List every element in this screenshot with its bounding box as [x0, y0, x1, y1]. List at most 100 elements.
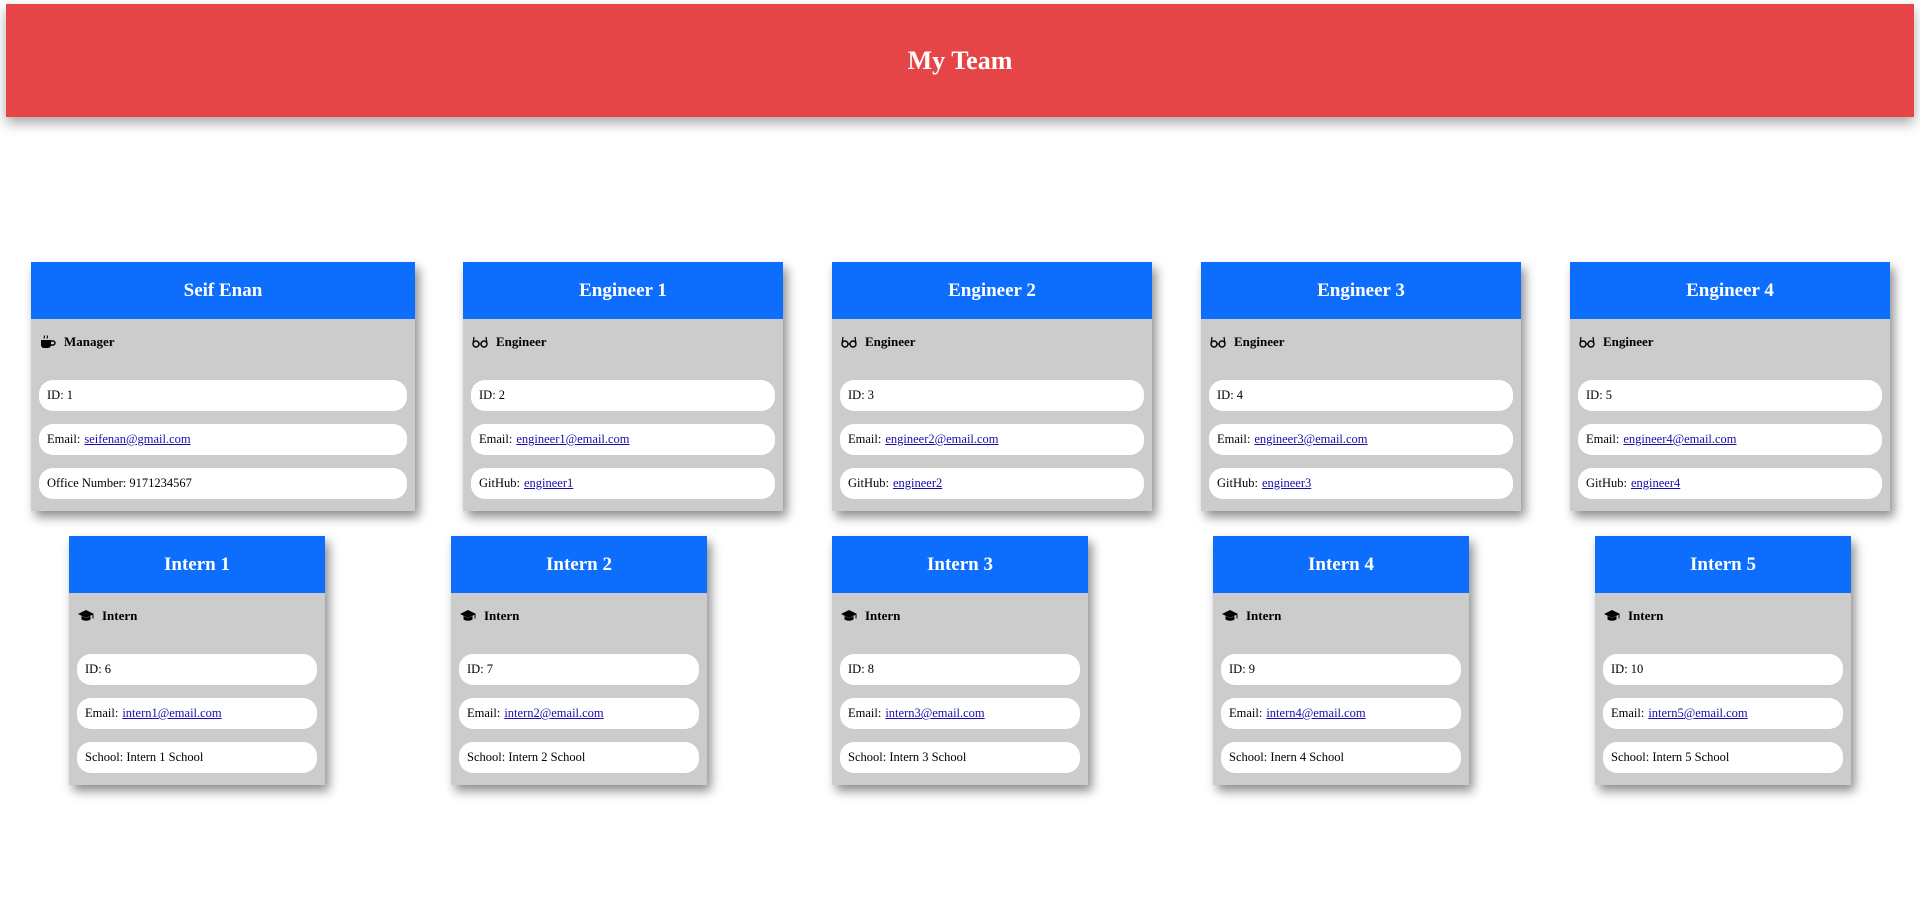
employee-email: Email: engineer2@email.com [840, 424, 1144, 455]
employee-school: School: Intern 2 School [459, 742, 699, 773]
role-label: Intern [484, 608, 520, 623]
employee-role: Intern [451, 593, 707, 639]
email-link[interactable]: seifenan@gmail.com [84, 432, 190, 447]
role-label: Engineer [1603, 334, 1654, 349]
engineer-card: Engineer 2 Engineer ID: 3 Email: engineer… [832, 262, 1152, 511]
email-link[interactable]: engineer3@email.com [1254, 432, 1367, 447]
employee-id: ID: 7 [459, 654, 699, 685]
employee-email: Email: intern2@email.com [459, 698, 699, 729]
role-label: Manager [64, 334, 115, 349]
role-label: Engineer [1234, 334, 1285, 349]
employee-school: School: Intern 5 School [1603, 742, 1843, 773]
intern-card: Intern 2 Intern ID: 7 Email: intern2@emai… [451, 536, 707, 785]
employee-name: Engineer 1 [579, 279, 667, 301]
office-number: Office Number: 9171234567 [39, 468, 407, 499]
manager-card: Seif Enan Manager ID: 1 Email: seifenan@g… [31, 262, 415, 511]
card-details: ID: 5 Email: engineer4@email.com GitHub: e… [1570, 365, 1890, 511]
glasses-icon [1210, 336, 1226, 348]
employee-email: Email: engineer1@email.com [471, 424, 775, 455]
employee-id: ID: 5 [1578, 380, 1882, 411]
employee-email: Email: seifenan@gmail.com [39, 424, 407, 455]
employee-id: ID: 4 [1209, 380, 1513, 411]
coffee-icon [41, 335, 56, 348]
engineer-card: Engineer 1 Engineer ID: 2 Email: engineer… [463, 262, 783, 511]
role-label: Engineer [865, 334, 916, 349]
employee-id: ID: 8 [840, 654, 1080, 685]
employee-email: Email: intern4@email.com [1221, 698, 1461, 729]
card-header: Engineer 4 [1570, 262, 1890, 319]
glasses-icon [472, 336, 488, 348]
employee-name: Intern 2 [546, 553, 612, 575]
employee-email: Email: intern5@email.com [1603, 698, 1843, 729]
email-link[interactable]: intern1@email.com [122, 706, 221, 721]
github-link[interactable]: engineer3 [1262, 476, 1311, 491]
intern-card: Intern 5 Intern ID: 10 Email: intern5@ema… [1595, 536, 1851, 785]
employee-role: Engineer [832, 319, 1152, 365]
intern-card: Intern 1 Intern ID: 6 Email: intern1@emai… [69, 536, 325, 785]
employee-name: Seif Enan [183, 279, 263, 301]
card-header: Intern 2 [451, 536, 707, 593]
card-header: Intern 1 [69, 536, 325, 593]
employee-id: ID: 10 [1603, 654, 1843, 685]
glasses-icon [1579, 336, 1595, 348]
employee-name: Engineer 3 [1317, 279, 1405, 301]
card-header: Intern 3 [832, 536, 1088, 593]
employee-school: School: Intern 3 School [840, 742, 1080, 773]
github-link[interactable]: engineer2 [893, 476, 942, 491]
email-link[interactable]: engineer4@email.com [1623, 432, 1736, 447]
page-header: My Team [6, 4, 1914, 117]
page-title: My Team [907, 45, 1013, 75]
employee-name: Intern 4 [1308, 553, 1374, 575]
employee-id: ID: 1 [39, 380, 407, 411]
card-details: ID: 1 Email: seifenan@gmail.com Office Nu… [31, 365, 415, 511]
email-link[interactable]: intern2@email.com [504, 706, 603, 721]
employee-name: Engineer 2 [948, 279, 1036, 301]
employee-role: Engineer [1201, 319, 1521, 365]
intern-card: Intern 4 Intern ID: 9 Email: intern4@emai… [1213, 536, 1469, 785]
card-header: Seif Enan [31, 262, 415, 319]
glasses-icon [841, 336, 857, 348]
employee-role: Manager [31, 319, 415, 365]
role-label: Intern [1246, 608, 1282, 623]
graduation-cap-icon [1604, 610, 1620, 621]
graduation-cap-icon [841, 610, 857, 621]
role-label: Engineer [496, 334, 547, 349]
graduation-cap-icon [1222, 610, 1238, 621]
employee-id: ID: 9 [1221, 654, 1461, 685]
github-link[interactable]: engineer1 [524, 476, 573, 491]
employee-role: Intern [1595, 593, 1851, 639]
email-link[interactable]: intern3@email.com [885, 706, 984, 721]
employee-name: Engineer 4 [1686, 279, 1774, 301]
card-details: ID: 6 Email: intern1@email.com School: In… [69, 639, 325, 785]
employee-school: School: Intern 1 School [77, 742, 317, 773]
employee-name: Intern 1 [164, 553, 230, 575]
employee-name: Intern 3 [927, 553, 993, 575]
github-link[interactable]: engineer4 [1631, 476, 1680, 491]
email-link[interactable]: intern5@email.com [1648, 706, 1747, 721]
card-header: Engineer 1 [463, 262, 783, 319]
intern-card: Intern 3 Intern ID: 8 Email: intern3@emai… [832, 536, 1088, 785]
employee-email: Email: intern3@email.com [840, 698, 1080, 729]
employee-email: Email: intern1@email.com [77, 698, 317, 729]
role-label: Intern [865, 608, 901, 623]
role-label: Intern [1628, 608, 1664, 623]
card-header: Intern 4 [1213, 536, 1469, 593]
email-link[interactable]: intern4@email.com [1266, 706, 1365, 721]
employee-id: ID: 2 [471, 380, 775, 411]
employee-id: ID: 6 [77, 654, 317, 685]
employee-github: GitHub: engineer2 [840, 468, 1144, 499]
employee-github: GitHub: engineer4 [1578, 468, 1882, 499]
engineer-card: Engineer 4 Engineer ID: 5 Email: engineer… [1570, 262, 1890, 511]
email-link[interactable]: engineer2@email.com [885, 432, 998, 447]
email-link[interactable]: engineer1@email.com [516, 432, 629, 447]
card-details: ID: 2 Email: engineer1@email.com GitHub: e… [463, 365, 783, 511]
card-header: Intern 5 [1595, 536, 1851, 593]
graduation-cap-icon [78, 610, 94, 621]
employee-role: Intern [69, 593, 325, 639]
role-label: Intern [102, 608, 138, 623]
employee-role: Engineer [1570, 319, 1890, 365]
employee-role: Intern [832, 593, 1088, 639]
card-header: Engineer 2 [832, 262, 1152, 319]
employee-email: Email: engineer4@email.com [1578, 424, 1882, 455]
employee-id: ID: 3 [840, 380, 1144, 411]
